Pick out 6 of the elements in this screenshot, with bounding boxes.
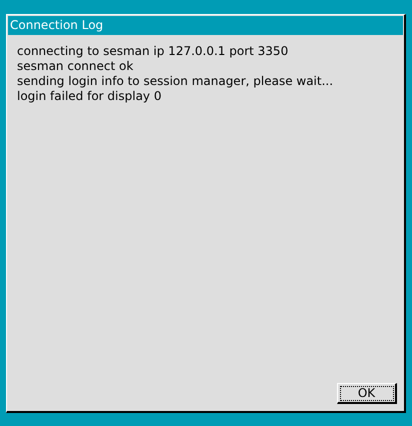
window-title: Connection Log bbox=[8, 16, 403, 35]
log-line: login failed for display 0 bbox=[17, 89, 162, 104]
log-line: sesman connect ok bbox=[17, 59, 134, 74]
log-line: sending login info to session manager, please wait... bbox=[17, 74, 334, 89]
ok-button[interactable]: OK bbox=[337, 383, 397, 404]
log-line: connecting to sesman ip 127.0.0.1 port 3350 bbox=[17, 44, 290, 59]
